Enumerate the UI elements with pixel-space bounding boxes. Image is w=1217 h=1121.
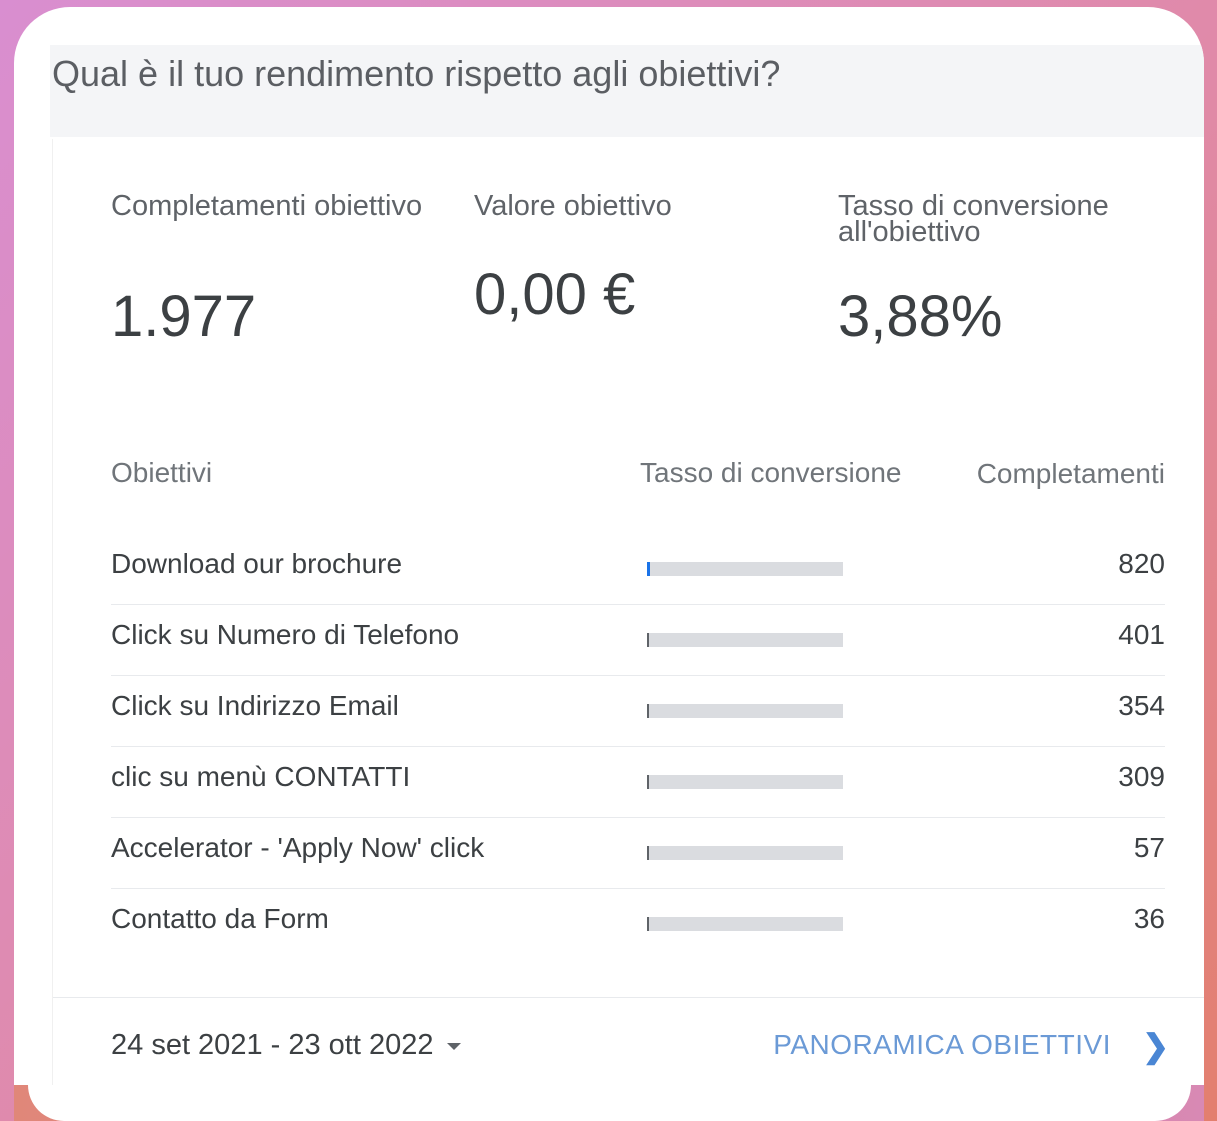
goal-name: Contatto da Form xyxy=(111,903,329,934)
conversion-rate-bar xyxy=(647,846,843,860)
column-header-conversion-rate: Tasso di conversione xyxy=(640,457,902,488)
goal-name: Click su Indirizzo Email xyxy=(111,690,399,721)
date-range-selector[interactable]: 24 set 2021 - 23 ott 2022 xyxy=(111,1029,462,1062)
footer-divider xyxy=(53,997,1204,998)
conversion-rate-bar-fill xyxy=(647,562,650,576)
metric-value: 3,88% xyxy=(838,284,1003,349)
conversion-rate-bar-fill xyxy=(647,846,649,860)
table-row[interactable]: Accelerator - 'Apply Now' click 57 xyxy=(111,818,1165,889)
goal-completions: 354 xyxy=(1118,690,1165,721)
conversion-rate-bar xyxy=(647,917,843,931)
metric-goal-completions: Completamenti obiettivo 1.977 xyxy=(111,190,431,350)
conversion-rate-bar-fill xyxy=(647,633,649,647)
metric-label: Completamenti obiettivo xyxy=(111,190,423,222)
goals-table: Download our brochure 820 Click su Numer… xyxy=(111,534,1165,959)
goal-completions: 57 xyxy=(1133,832,1165,863)
conversion-rate-bar xyxy=(647,775,843,789)
goal-completions: 36 xyxy=(1133,903,1165,934)
conversion-rate-bar xyxy=(647,633,843,647)
table-row[interactable]: clic su menù CONTATTI 309 xyxy=(111,747,1165,818)
conversion-rate-bar xyxy=(647,704,843,718)
metric-value: 1.977 xyxy=(111,284,257,349)
chevron-right-icon[interactable]: ❯ xyxy=(1142,1027,1169,1065)
window-frame: Qual è il tuo rendimento rispetto agli o… xyxy=(14,7,1204,1121)
metric-label: Valore obiettivo xyxy=(474,190,672,222)
column-header-completions: Completamenti xyxy=(976,458,1165,489)
goals-card: Completamenti obiettivo 1.977 Valore obi… xyxy=(52,139,1204,1094)
goal-name: Click su Numero di Telefono xyxy=(111,619,460,650)
goal-name: Accelerator - 'Apply Now' click xyxy=(111,832,485,863)
table-row[interactable]: Click su Indirizzo Email 354 xyxy=(111,676,1165,747)
goal-name: clic su menù CONTATTI xyxy=(111,761,411,792)
table-row[interactable]: Download our brochure 820 xyxy=(111,534,1165,605)
goal-name: Download our brochure xyxy=(111,548,403,579)
metric-conversion-rate: Tasso di conversione all'obiettivo 3,88% xyxy=(838,190,1178,350)
metric-value: 0,00 € xyxy=(474,262,636,327)
goal-completions: 820 xyxy=(1118,548,1165,579)
goals-overview-link[interactable]: PANORAMICA OBIETTIVI xyxy=(773,1029,1111,1061)
caret-down-icon xyxy=(447,1042,462,1050)
column-header-goals: Obiettivi xyxy=(111,457,213,488)
conversion-rate-bar-fill xyxy=(647,917,649,931)
table-row[interactable]: Click su Numero di Telefono 401 xyxy=(111,605,1165,676)
frame-bottom-edge xyxy=(14,1085,1204,1121)
metric-goal-value: Valore obiettivo 0,00 € xyxy=(474,190,794,328)
goal-completions: 309 xyxy=(1118,761,1165,792)
metric-label: Tasso di conversione all'obiettivo xyxy=(838,190,1109,248)
conversion-rate-bar-fill xyxy=(647,704,649,718)
page-title: Qual è il tuo rendimento rispetto agli o… xyxy=(52,53,781,94)
goal-completions: 401 xyxy=(1118,619,1165,650)
table-row[interactable]: Contatto da Form 36 xyxy=(111,889,1165,959)
date-range-label: 24 set 2021 - 23 ott 2022 xyxy=(111,1029,434,1061)
conversion-rate-bar xyxy=(647,562,843,576)
conversion-rate-bar-fill xyxy=(647,775,649,789)
